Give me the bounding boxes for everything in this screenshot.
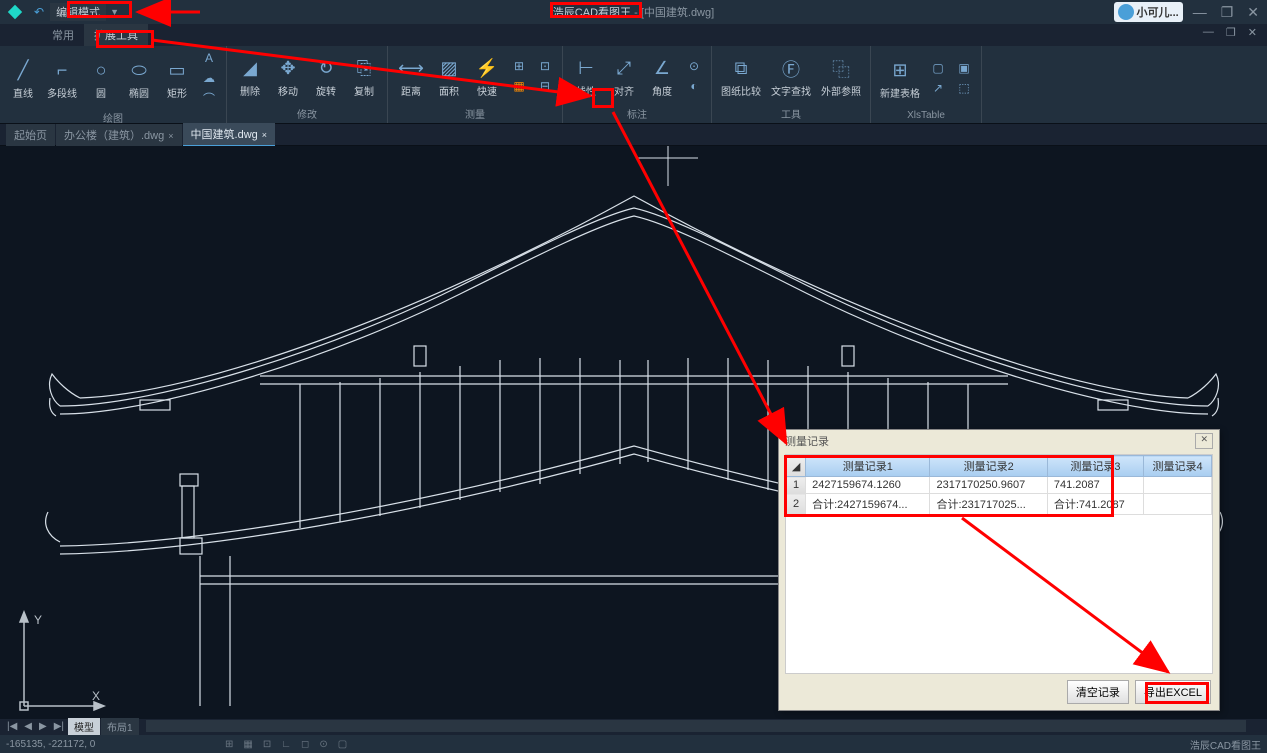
tab-kuozhan[interactable]: 扩展工具 [84, 24, 148, 46]
tool-measure-sub1[interactable]: ⊞ [506, 56, 532, 76]
tool-newtable[interactable]: ⊞新建表格 [875, 55, 925, 102]
tool-move[interactable]: ✥移动 [269, 53, 307, 100]
tool-findtext[interactable]: Ⓕ文字查找 [766, 53, 816, 100]
layout-tabs: |◀ ◀ ▶ ▶| 模型 布局1 [4, 717, 1246, 735]
ribbon-group-modify: ◢删除 ✥移动 ↻旋转 ⎘复制 修改 [227, 46, 388, 123]
user-profile[interactable]: 小可儿... [1114, 2, 1183, 22]
status-icon[interactable]: ⊡ [260, 739, 274, 750]
col-header[interactable]: 测量记录2 [930, 456, 1047, 477]
clear-records-button[interactable]: 清空记录 [1067, 680, 1129, 704]
document-tabs: 起始页 办公楼（建筑）.dwg× 中国建筑.dwg× [0, 124, 1267, 146]
statusbar: -165135, -221172, 0 ⊞ ▦ ⊡ ∟ ◻ ⊙ ▢ 浩辰CAD看… [0, 735, 1267, 753]
user-name: 小可儿... [1137, 4, 1179, 20]
tool-line[interactable]: ╱直线 [4, 55, 42, 102]
ribbon-group-xlstable: ⊞新建表格 ▢ ↗ ▣ ⬚ XlsTable [871, 46, 982, 123]
layout-prev[interactable]: ◀ [21, 721, 35, 732]
tool-measure-sub4[interactable]: ⊟ [532, 76, 558, 96]
tool-annot-sub2[interactable]: ◐ [681, 76, 707, 96]
svg-text:Y: Y [34, 613, 42, 627]
tool-copy[interactable]: ⎘复制 [345, 53, 383, 100]
tool-rect[interactable]: ▭矩形 [158, 55, 196, 102]
status-icon[interactable]: ⊞ [222, 739, 236, 750]
close-icon[interactable]: × [262, 130, 267, 140]
brand-label: 浩辰CAD看图王 [1190, 737, 1261, 752]
measure-grid[interactable]: ◢ 测量记录1 测量记录2 测量记录3 测量记录4 1 2427159674.1… [785, 454, 1213, 674]
layout-next[interactable]: ▶ [36, 721, 50, 732]
tool-xls-sub1[interactable]: ▢ [925, 58, 951, 78]
layout-model[interactable]: 模型 [68, 718, 100, 735]
col-header[interactable]: 测量记录1 [806, 456, 930, 477]
table-row[interactable]: 2 合计:2427159674... 合计:231717025... 合计:74… [787, 494, 1212, 515]
ribbon-group-measure: ⟷距离 ▨面积 ⚡快速 ⊞ ▦ ⊡ ⊟ 测量 [388, 46, 563, 123]
edit-mode-button[interactable]: 编辑模式 [50, 3, 106, 21]
col-header[interactable]: 测量记录3 [1047, 456, 1143, 477]
layout-layout1[interactable]: 布局1 [101, 718, 139, 735]
doc-minimize[interactable]: — [1199, 26, 1218, 39]
dialog-title: 测量记录 [785, 433, 829, 449]
tool-polyline[interactable]: ⌐多段线 [42, 55, 82, 102]
tool-cloud[interactable]: ☁ [196, 68, 222, 88]
export-excel-button[interactable]: 导出EXCEL [1135, 680, 1211, 704]
ribbon-group-annotate: ⊢线性 ⤢对齐 ∠角度 ⊙ ◐ 标注 [563, 46, 712, 123]
measure-record-dialog: 测量记录 ✕ ◢ 测量记录1 测量记录2 测量记录3 测量记录4 1 24271… [778, 429, 1220, 711]
undo-icon[interactable]: ↶ [34, 5, 44, 19]
table-row[interactable]: 1 2427159674.1260 2317170250.9607 741.20… [787, 477, 1212, 494]
tool-delete[interactable]: ◢删除 [231, 53, 269, 100]
layout-last[interactable]: ▶| [51, 721, 67, 732]
minimize-button[interactable]: — [1189, 4, 1211, 20]
window-title: 浩辰CAD看图王 - [中国建筑.dwg] [553, 4, 714, 20]
tool-text[interactable]: A [196, 48, 222, 68]
ribbon-group-draw: ╱直线 ⌐多段线 ○圆 ⬭椭圆 ▭矩形 A ☁ ⌒ 绘图 [0, 46, 227, 123]
tool-measure-sub3[interactable]: ⊡ [532, 56, 558, 76]
doctab-china[interactable]: 中国建筑.dwg× [183, 123, 276, 147]
tool-linear[interactable]: ⊢线性 [567, 53, 605, 100]
ribbon: ╱直线 ⌐多段线 ○圆 ⬭椭圆 ▭矩形 A ☁ ⌒ 绘图 ◢删除 ✥移动 ↻旋转… [0, 46, 1267, 124]
grid-corner[interactable]: ◢ [787, 456, 806, 477]
horizontal-scrollbar[interactable] [146, 720, 1246, 732]
ribbon-group-tools: ⧉图纸比较 Ⓕ文字查找 ⿻外部参照 工具 [712, 46, 871, 123]
ribbon-tabs: 常用 扩展工具 — ❐ ✕ [0, 24, 1267, 46]
titlebar: ↶ 编辑模式 ▼ 浩辰CAD看图王 - [中国建筑.dwg] 小可儿... — … [0, 0, 1267, 24]
tool-distance[interactable]: ⟷距离 [392, 53, 430, 100]
tool-angle[interactable]: ∠角度 [643, 53, 681, 100]
close-button[interactable]: ✕ [1243, 4, 1263, 21]
tool-annot-sub1[interactable]: ⊙ [681, 56, 707, 76]
tool-quick[interactable]: ⚡快速 [468, 53, 506, 100]
tool-ellipse[interactable]: ⬭椭圆 [120, 55, 158, 102]
doctab-office[interactable]: 办公楼（建筑）.dwg× [56, 124, 182, 146]
tool-rotate[interactable]: ↻旋转 [307, 53, 345, 100]
close-icon[interactable]: × [168, 131, 173, 141]
tool-measure-record[interactable]: ▦ [506, 76, 532, 96]
status-icon[interactable]: ▦ [240, 739, 255, 750]
status-icon[interactable]: ▢ [335, 739, 350, 750]
coordinates: -165135, -221172, 0 [6, 739, 95, 750]
avatar-icon [1118, 4, 1134, 20]
tool-align[interactable]: ⤢对齐 [605, 53, 643, 100]
status-toggles: ⊞ ▦ ⊡ ∟ ◻ ⊙ ▢ [222, 739, 350, 750]
app-logo[interactable] [4, 1, 26, 23]
status-icon[interactable]: ∟ [278, 739, 294, 750]
tool-xls-sub4[interactable]: ⬚ [951, 78, 977, 98]
tool-xls-sub3[interactable]: ▣ [951, 58, 977, 78]
maximize-button[interactable]: ❐ [1217, 4, 1238, 21]
tool-circle[interactable]: ○圆 [82, 55, 120, 102]
tool-arc[interactable]: ⌒ [196, 88, 222, 108]
tool-area[interactable]: ▨面积 [430, 53, 468, 100]
doc-close[interactable]: ✕ [1244, 26, 1261, 39]
doctab-start[interactable]: 起始页 [6, 124, 55, 146]
tool-compare[interactable]: ⧉图纸比较 [716, 53, 766, 100]
status-icon[interactable]: ◻ [298, 739, 312, 750]
doc-restore[interactable]: ❐ [1222, 26, 1240, 39]
layout-first[interactable]: |◀ [4, 721, 20, 732]
tool-xls-sub2[interactable]: ↗ [925, 78, 951, 98]
dialog-close-icon[interactable]: ✕ [1195, 433, 1213, 449]
tab-changyong[interactable]: 常用 [42, 24, 84, 46]
col-header[interactable]: 测量记录4 [1144, 456, 1212, 477]
dropdown-arrow-icon[interactable]: ▼ [110, 7, 119, 17]
svg-text:X: X [92, 689, 100, 703]
status-icon[interactable]: ⊙ [316, 739, 330, 750]
tool-xref[interactable]: ⿻外部参照 [816, 53, 866, 100]
